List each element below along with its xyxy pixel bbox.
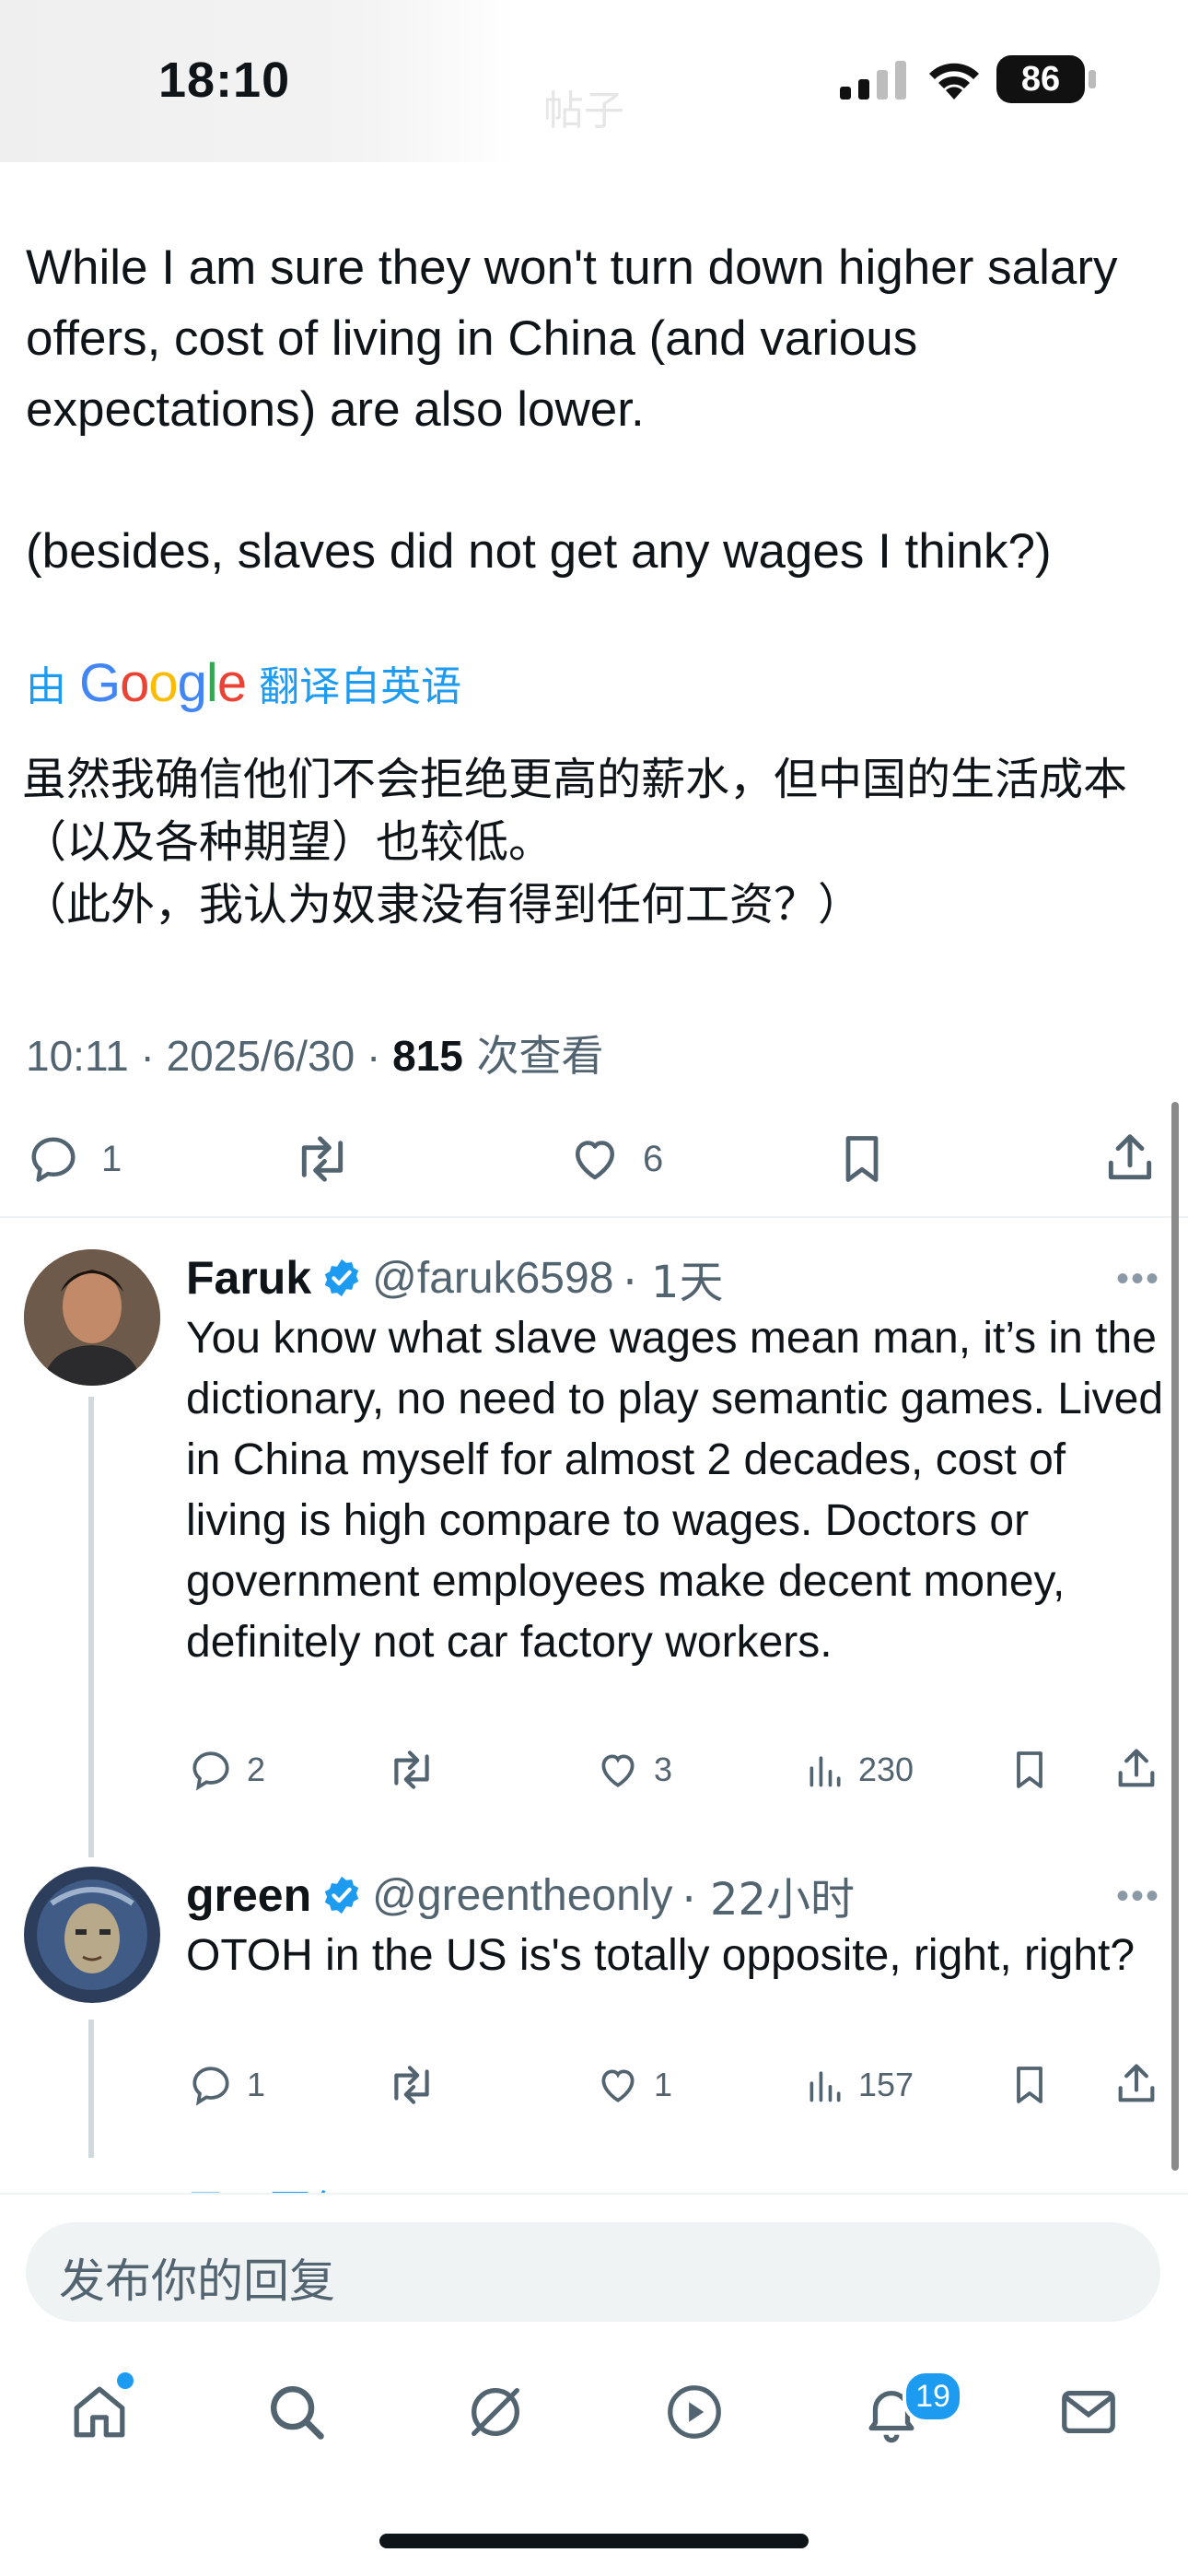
reply-icon [192, 1751, 229, 1791]
header-title-faded: 帖子 [543, 88, 624, 135]
like-count: 3 [654, 1751, 673, 1788]
bookmark-icon [1017, 2067, 1042, 2103]
tweet-action-bar: 1 6 [0, 1120, 1188, 1203]
tweet-text-en: While I am sure they won't turn down hig… [26, 240, 1118, 437]
like-button[interactable]: 1 [595, 2062, 672, 2108]
mail-icon [1062, 2390, 1115, 2434]
share-icon [1118, 2064, 1155, 2102]
translate-prefix: 由 [26, 663, 66, 710]
retweet-icon [394, 2066, 429, 2104]
reply-button[interactable]: 1 [26, 1131, 122, 1187]
bookmark-icon [1017, 1751, 1042, 1788]
reply-header: Faruk @faruk6598 · 1天 [186, 1246, 723, 1310]
reply-count: 1 [247, 2066, 266, 2103]
play-icon [668, 2385, 721, 2439]
avatar[interactable] [24, 1249, 160, 1386]
analytics-icon [809, 2071, 841, 2102]
heart-icon [601, 1754, 635, 1787]
reply-count: 1 [101, 1138, 122, 1179]
status-time: 18:10 [158, 53, 291, 108]
share-icon [1118, 1749, 1155, 1787]
battery-cap [1089, 70, 1096, 88]
home-unread-dot [114, 2370, 136, 2392]
wifi-icon [929, 63, 979, 100]
tab-video[interactable] [650, 2368, 739, 2456]
reply-time: · 22小时 [681, 1874, 856, 1926]
retweet-button[interactable] [293, 1131, 352, 1187]
scrollbar[interactable] [1171, 1102, 1179, 2171]
avatar-photo-green [24, 1867, 160, 2003]
view-count: 157 [858, 2066, 914, 2103]
view-label: 次查看 [462, 1031, 604, 1081]
reply-time: · 1天 [623, 1257, 724, 1308]
bookmark-button[interactable] [1007, 1747, 1052, 1793]
view-count: 815 [392, 1032, 463, 1080]
reply-text: You know what slave wages mean man, it’s… [186, 1314, 1164, 1667]
tab-grok[interactable] [451, 2368, 540, 2456]
author-name[interactable]: Faruk [186, 1251, 311, 1305]
reply-count: 2 [247, 1751, 266, 1788]
like-button[interactable]: 3 [595, 1747, 672, 1793]
heart-icon [576, 1141, 614, 1180]
reply-text: OTOH in the US is's totally opposite, ri… [186, 1931, 1136, 1980]
notifications-badge: 19 [903, 2370, 963, 2423]
like-count: 1 [654, 2066, 673, 2103]
like-count: 6 [643, 1138, 664, 1179]
views-button[interactable]: 157 [805, 2062, 914, 2108]
thread-line [88, 2020, 94, 2158]
translate-suffix: 翻译自英语 [259, 663, 462, 710]
author-name[interactable]: green [186, 1868, 311, 1922]
share-button[interactable] [1112, 1745, 1160, 1793]
cellular-signal-icon [840, 61, 906, 100]
translation-attribution[interactable]: 由 Google 翻译自英语 [26, 650, 461, 715]
retweet-icon [394, 1751, 429, 1789]
reply-button[interactable]: 2 [188, 1747, 265, 1793]
search-icon [271, 2386, 324, 2440]
author-handle[interactable]: @faruk6598 [372, 1253, 613, 1304]
tweet-translation-zh: 虽然我确信他们不会拒绝更高的薪水，但中国的生活成本（以及各种期望）也较低。 （此… [22, 748, 1164, 936]
battery-icon: 86 [996, 55, 1085, 103]
reply-input-placeholder: 发布你的回复 [59, 2254, 335, 2308]
analytics-icon [809, 1756, 841, 1787]
share-button[interactable] [1112, 2060, 1160, 2108]
tweet-timestamp: 10:11 · 2025/6/30 · [26, 1032, 393, 1080]
verified-badge-icon [324, 1259, 359, 1297]
retweet-button[interactable] [387, 1747, 437, 1793]
avatar[interactable] [24, 1867, 160, 2003]
divider [0, 1216, 1188, 1218]
reply-button[interactable]: 1 [188, 2062, 265, 2108]
heart-icon [601, 2069, 635, 2102]
tab-search[interactable] [252, 2368, 341, 2456]
like-button[interactable]: 6 [567, 1131, 663, 1187]
tweet-text-en-2: (besides, slaves did not get any wages I… [26, 524, 1052, 579]
tab-messages[interactable] [1044, 2368, 1133, 2456]
translation-paragraph-1: 虽然我确信他们不会拒绝更高的薪水，但中国的生活成本（以及各种期望）也较低。 [22, 754, 1128, 868]
thread-line [88, 1397, 94, 1857]
reply-header: green @greentheonly · 22小时 [186, 1863, 855, 1927]
view-count: 230 [858, 1751, 914, 1788]
tweet-meta: 10:11 · 2025/6/30 · 815 次查看 [26, 1023, 603, 1083]
google-logo: Google [79, 652, 247, 713]
translation-paragraph-2: （此外，我认为奴隶没有得到任何工资？） [22, 879, 863, 931]
retweet-button[interactable] [387, 2062, 437, 2108]
share-icon [1108, 1134, 1152, 1180]
grok-icon [472, 2388, 519, 2436]
divider [0, 2193, 1188, 2195]
home-indicator[interactable] [379, 2534, 809, 2548]
share-button[interactable] [1101, 1130, 1159, 1187]
bookmark-button[interactable] [1007, 2062, 1052, 2108]
reply-icon [192, 2067, 229, 2106]
views-button[interactable]: 230 [805, 1747, 914, 1793]
more-options-icon[interactable]: ••• [1116, 1876, 1160, 1917]
bookmark-button[interactable] [834, 1131, 890, 1187]
bookmark-icon [845, 1136, 879, 1182]
reply-icon [31, 1137, 76, 1182]
avatar-photo-faruk [24, 1249, 160, 1386]
retweet-icon [301, 1136, 344, 1182]
author-handle[interactable]: @greentheonly [372, 1870, 672, 1921]
verified-badge-icon [324, 1876, 359, 1914]
more-options-icon[interactable]: ••• [1116, 1259, 1160, 1300]
